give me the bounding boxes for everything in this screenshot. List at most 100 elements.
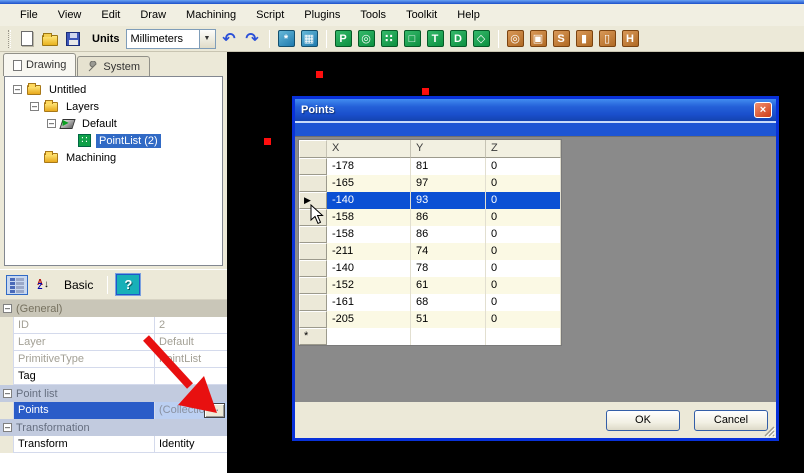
grid-cell[interactable]: 0 (486, 311, 561, 328)
grid-cell[interactable]: 97 (411, 175, 486, 192)
tab-system[interactable]: System (77, 56, 150, 76)
grid-row[interactable]: -161680 (299, 294, 561, 311)
ellipsis-button[interactable]: ... (204, 403, 225, 418)
menu-item-tools[interactable]: Tools (350, 6, 396, 24)
machining-he-icon[interactable]: H (621, 29, 640, 48)
grid-row-header[interactable] (299, 260, 327, 277)
expander-minus-icon[interactable]: – (3, 304, 12, 313)
grid-cell[interactable]: 86 (411, 209, 486, 226)
expander-minus-icon[interactable]: – (3, 389, 12, 398)
new-file-icon[interactable] (17, 29, 36, 48)
grid-row[interactable]: ▶-140930 (299, 192, 561, 209)
menu-item-script[interactable]: Script (246, 6, 294, 24)
grid-cell[interactable]: 0 (486, 209, 561, 226)
grid-cell[interactable]: -165 (327, 175, 411, 192)
draw-polyline-icon[interactable]: P (334, 29, 353, 48)
category-point-list[interactable]: –Point list (0, 385, 227, 402)
tree-item-machining[interactable]: Machining (5, 149, 222, 166)
grid-cell[interactable]: 0 (486, 226, 561, 243)
expander-minus-icon[interactable]: – (47, 119, 56, 128)
grid-cell[interactable]: -140 (327, 192, 411, 209)
draw-text-icon[interactable]: T (426, 29, 445, 48)
grid-cell[interactable]: -178 (327, 158, 411, 175)
units-combobox[interactable]: Millimeters ▼ (126, 29, 216, 49)
grid-row[interactable]: -178810 (299, 158, 561, 175)
grid-row[interactable]: -158860 (299, 226, 561, 243)
snap-point-icon[interactable]: * (277, 29, 296, 48)
property-value[interactable]: Identity (155, 436, 227, 453)
expander-minus-icon[interactable]: – (3, 423, 12, 432)
menu-item-help[interactable]: Help (447, 6, 490, 24)
grid-cell[interactable]: 78 (411, 260, 486, 277)
draw-arc-icon[interactable]: D (449, 29, 468, 48)
grid-cell[interactable]: 0 (486, 158, 561, 175)
grid-row-header[interactable] (299, 311, 327, 328)
machining-thread-icon[interactable]: S (552, 29, 571, 48)
grid-column-header-z[interactable]: Z (486, 140, 561, 158)
property-row-primitivetype[interactable]: PrimitiveTypePointList (0, 351, 227, 368)
machining-pocket-icon[interactable]: ▣ (529, 29, 548, 48)
menu-item-toolkit[interactable]: Toolkit (396, 6, 447, 24)
grid-cell[interactable]: 61 (411, 277, 486, 294)
grid-corner-cell[interactable] (299, 140, 327, 158)
menu-item-edit[interactable]: Edit (91, 6, 130, 24)
grid-cell[interactable]: 0 (486, 175, 561, 192)
toolbar-grip[interactable] (8, 30, 11, 48)
grid-column-header-y[interactable]: Y (411, 140, 486, 158)
draw-circle-icon[interactable]: ◎ (357, 29, 376, 48)
grid-row-header[interactable] (299, 209, 327, 226)
tree-item-pointlist[interactable]: ∷PointList (2) (5, 132, 222, 149)
grid-cell[interactable]: 74 (411, 243, 486, 260)
grid-row-header[interactable] (299, 175, 327, 192)
grid-column-header-x[interactable]: X (327, 140, 411, 158)
grid-cell[interactable] (486, 328, 561, 345)
property-value[interactable]: 2 (155, 317, 227, 334)
category-transformation[interactable]: –Transformation (0, 419, 227, 436)
tab-drawing[interactable]: Drawing (3, 53, 76, 76)
grid-cell[interactable]: -205 (327, 311, 411, 328)
grid-cell[interactable] (327, 328, 411, 345)
grid-row[interactable]: -140780 (299, 260, 561, 277)
grid-cell[interactable]: 0 (486, 277, 561, 294)
grid-row[interactable]: -211740 (299, 243, 561, 260)
save-icon[interactable] (63, 29, 82, 48)
grid-row-header[interactable] (299, 226, 327, 243)
grid-cell[interactable]: 93 (411, 192, 486, 209)
chevron-down-icon[interactable]: ▼ (199, 30, 215, 48)
tree-item-untitled[interactable]: –Untitled (5, 81, 222, 98)
grid-cell[interactable]: -158 (327, 226, 411, 243)
drawing-canvas[interactable]: Points × XYZ-178810-165970▶-140930-15886… (227, 52, 804, 473)
grid-cell[interactable]: 68 (411, 294, 486, 311)
menu-item-file[interactable]: File (10, 6, 48, 24)
draw-rectangle-icon[interactable]: □ (403, 29, 422, 48)
grid-row-header[interactable] (299, 294, 327, 311)
grid-cell[interactable]: -161 (327, 294, 411, 311)
category-general[interactable]: –(General) (0, 300, 227, 317)
grid-cell[interactable]: -140 (327, 260, 411, 277)
grid-cell[interactable]: 51 (411, 311, 486, 328)
property-row-tag[interactable]: Tag (0, 368, 227, 385)
grid-new-row[interactable]: * (299, 328, 561, 345)
grid-row-header[interactable] (299, 277, 327, 294)
grid-cell[interactable]: 0 (486, 294, 561, 311)
grid-row-header[interactable]: ▶ (299, 192, 327, 209)
machining-tool-icon[interactable]: ▯ (598, 29, 617, 48)
open-file-icon[interactable] (40, 29, 59, 48)
tree-item-layers[interactable]: –Layers (5, 98, 222, 115)
categorized-view-button[interactable] (6, 275, 28, 295)
redo-icon[interactable]: ↷ (243, 29, 262, 48)
grid-cell[interactable]: -211 (327, 243, 411, 260)
undo-icon[interactable]: ↶ (220, 29, 239, 48)
machining-cylinder-icon[interactable]: ▮ (575, 29, 594, 48)
grid-icon[interactable]: ▦ (300, 29, 319, 48)
grid-row-header[interactable] (299, 243, 327, 260)
grid-cell[interactable] (411, 328, 486, 345)
grid-row[interactable]: -165970 (299, 175, 561, 192)
grid-cell[interactable]: 81 (411, 158, 486, 175)
alphabetical-sort-button[interactable]: AZ↓ (32, 275, 54, 295)
grid-cell[interactable]: 0 (486, 243, 561, 260)
property-row-layer[interactable]: LayerDefault (0, 334, 227, 351)
tree-item-default[interactable]: –Default (5, 115, 222, 132)
grid-row[interactable]: -158860 (299, 209, 561, 226)
cancel-button[interactable]: Cancel (694, 410, 768, 431)
